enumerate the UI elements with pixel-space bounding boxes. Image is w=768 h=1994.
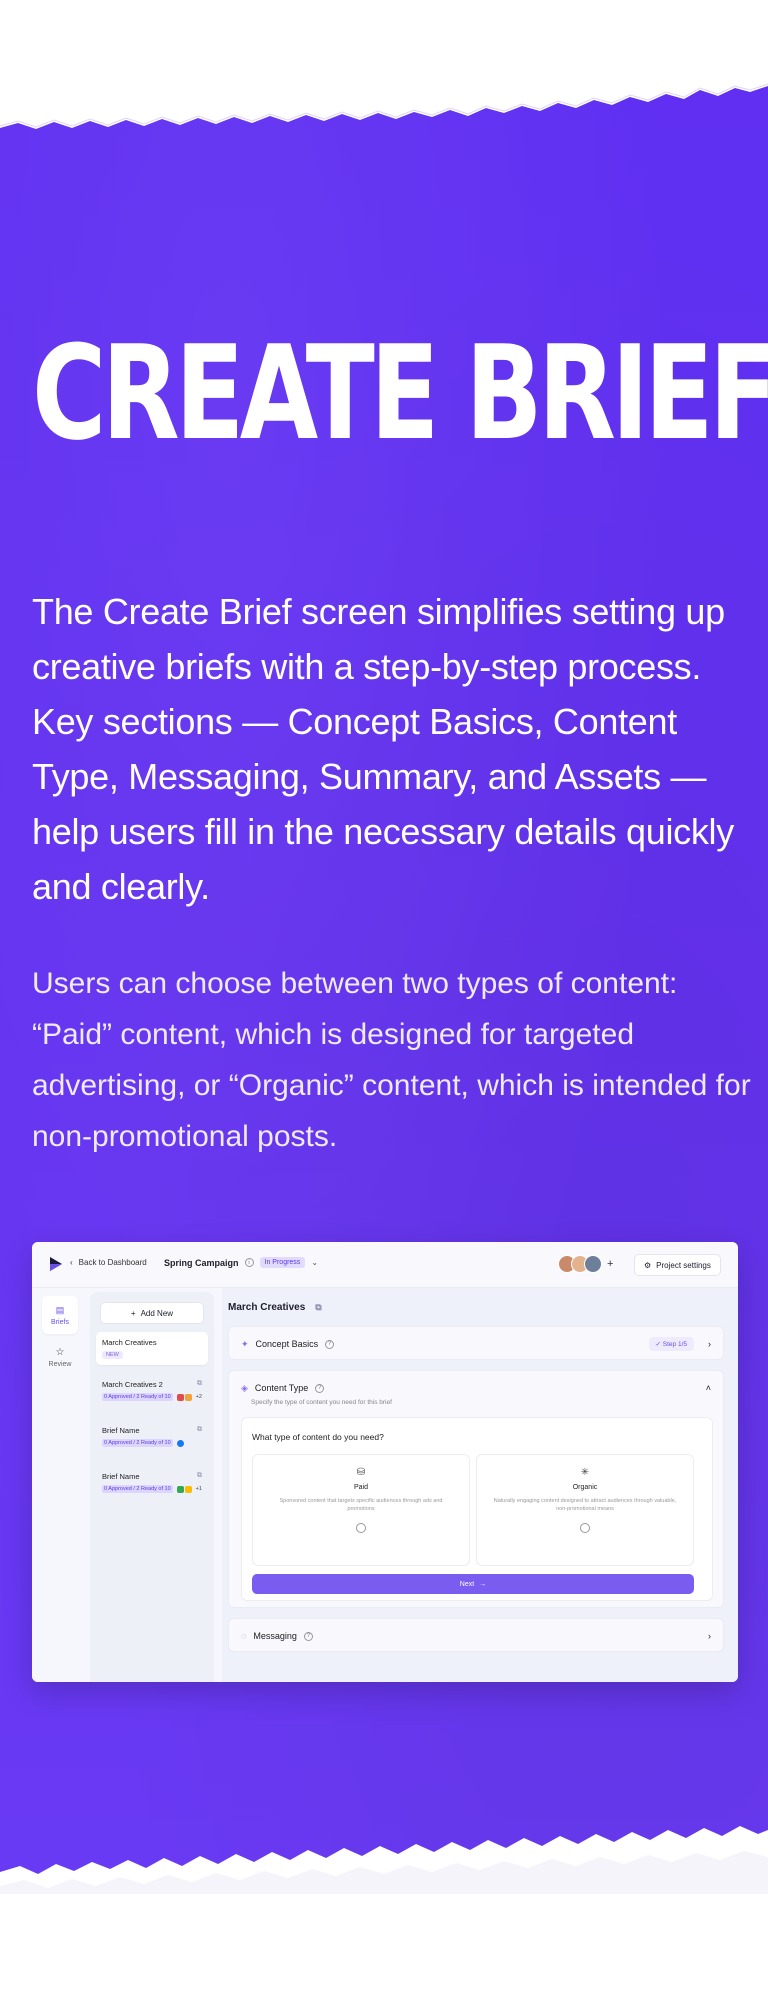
create-brief-app-mockup: ‹ Back to Dashboard Spring Campaign i In…: [32, 1242, 738, 1682]
app-logo-icon: [50, 1257, 62, 1271]
hero-section: CREATE BRIEF The Create Brief screen sim…: [0, 0, 768, 1994]
extra-count: +2: [195, 1394, 202, 1400]
brief-title: Brief Name: [102, 1426, 140, 1435]
next-label: Next: [459, 1580, 475, 1588]
next-button[interactable]: Next →: [252, 1574, 694, 1594]
extra-count: +1: [195, 1486, 202, 1492]
content-type-section: ◈ Content Type ? ˄ Specify the type of c…: [228, 1370, 724, 1608]
hero-lead-paragraph: The Create Brief screen simplifies setti…: [32, 591, 734, 907]
brief-progress: 0 Approved / 2 Ready of 10: [102, 1439, 173, 1447]
external-link-icon[interactable]: ⧉: [315, 1302, 321, 1313]
option-title: Paid: [353, 1484, 368, 1491]
sparkle-icon: ✳: [580, 1467, 590, 1478]
facebook-icon: [176, 1439, 184, 1447]
chevron-up-icon: ˄: [705, 1383, 711, 1393]
option-description: Naturally engaging content designed to a…: [493, 1498, 677, 1512]
hero-title: CREATE BRIEF: [32, 317, 768, 469]
brief-title: March Creatives: [102, 1338, 157, 1347]
chevron-right-icon: ›: [708, 1631, 711, 1641]
status-badge: In Progress: [259, 1257, 306, 1268]
document-icon: ▤: [55, 1304, 65, 1315]
chat-icon: ◌: [241, 1631, 247, 1641]
back-label: Back to Dashboard: [78, 1258, 147, 1267]
brief-heading: March Creatives: [228, 1302, 306, 1313]
messaging-label: Messaging: [253, 1631, 297, 1641]
radio-button[interactable]: [580, 1523, 590, 1533]
brief-progress: 0 Approved / 2 Ready of 10: [102, 1393, 173, 1401]
rail-item-review[interactable]: ☆ Review: [42, 1338, 78, 1376]
coins-icon: ⛁: [356, 1467, 366, 1478]
chevron-left-icon: ‹: [70, 1258, 73, 1267]
content-type-label: Content Type: [254, 1383, 309, 1393]
back-to-dashboard-link[interactable]: ‹ Back to Dashboard: [70, 1258, 147, 1267]
channel-icon: [184, 1485, 192, 1493]
collaborator-avatars[interactable]: +: [558, 1255, 613, 1273]
main-content: March Creatives ⧉ ✦ Concept Basics ? ✓ S…: [222, 1288, 738, 1682]
content-type-card: What type of content do you need? ⛁ Paid…: [241, 1417, 713, 1601]
chevron-right-icon: ›: [708, 1339, 711, 1349]
project-settings-button[interactable]: ⚙ Project settings: [634, 1254, 721, 1276]
torn-paper-bottom: [0, 1826, 768, 1994]
radio-button[interactable]: [356, 1523, 366, 1533]
info-icon: i: [244, 1258, 254, 1267]
content-type-subtitle: Specify the type of content you need for…: [251, 1399, 392, 1406]
info-icon: ?: [325, 1339, 335, 1349]
avatar: [584, 1255, 602, 1273]
rail-briefs-label: Briefs: [51, 1318, 69, 1326]
brief-list-item[interactable]: March Creatives NEW: [96, 1332, 208, 1365]
option-title: Organic: [572, 1484, 598, 1491]
info-icon: ?: [315, 1383, 325, 1393]
external-link-icon[interactable]: ⧉: [197, 1472, 202, 1481]
brief-list-item[interactable]: Brief Name ⧉ 0 Approved / 2 Ready of 10 …: [96, 1466, 208, 1499]
channel-icon: [176, 1393, 184, 1401]
campaign-name: Spring Campaign: [164, 1257, 239, 1268]
add-new-label: Add New: [140, 1308, 174, 1318]
brief-title: March Creatives 2: [102, 1380, 163, 1389]
hero-sub-paragraph: Users can choose between two types of co…: [32, 967, 751, 1153]
gear-icon: ⚙: [644, 1260, 652, 1270]
new-tag: NEW: [102, 1351, 123, 1359]
channel-icon: [176, 1485, 184, 1493]
briefs-panel: + Add New March Creatives NEW March Crea…: [90, 1292, 214, 1682]
project-settings-label: Project settings: [656, 1260, 711, 1270]
add-member-button[interactable]: +: [607, 1258, 613, 1270]
brief-title: Brief Name: [102, 1472, 140, 1481]
external-link-icon[interactable]: ⧉: [197, 1426, 202, 1435]
tag-icon: ◈: [241, 1382, 248, 1393]
messaging-section[interactable]: ◌ Messaging ? ›: [228, 1618, 724, 1652]
app-topbar: ‹ Back to Dashboard Spring Campaign i In…: [32, 1242, 738, 1288]
channel-icons: [176, 1485, 192, 1493]
arrow-right-icon: →: [479, 1580, 487, 1588]
step-badge: ✓ Step 1/5: [648, 1337, 694, 1351]
option-description: Sponsored content that targets specific …: [279, 1498, 443, 1512]
option-paid[interactable]: ⛁ Paid Sponsored content that targets sp…: [252, 1454, 470, 1566]
brief-list-item[interactable]: March Creatives 2 ⧉ 0 Approved / 2 Ready…: [96, 1374, 208, 1407]
left-rail: ▤ Briefs ☆ Review: [32, 1288, 88, 1682]
info-icon: ?: [303, 1631, 313, 1641]
channel-icons: [176, 1393, 192, 1401]
page-title: March Creatives ⧉: [228, 1302, 322, 1313]
step-label: Step 1/5: [662, 1341, 687, 1348]
external-link-icon[interactable]: ⧉: [197, 1380, 202, 1389]
rail-item-briefs[interactable]: ▤ Briefs: [42, 1296, 78, 1334]
concept-basics-section[interactable]: ✦ Concept Basics ? ✓ Step 1/5 ›: [228, 1326, 724, 1360]
star-icon: ☆: [55, 1346, 65, 1358]
chevron-down-icon: ⌄: [311, 1258, 319, 1267]
channel-icon: [184, 1393, 192, 1401]
option-organic[interactable]: ✳ Organic Naturally engaging content des…: [476, 1454, 694, 1566]
torn-paper-top: [0, 0, 768, 129]
campaign-selector[interactable]: Spring Campaign i In Progress ⌄: [164, 1257, 318, 1268]
brief-list-item[interactable]: Brief Name ⧉ 0 Approved / 2 Ready of 10: [96, 1420, 208, 1453]
lightbulb-icon: ✦: [241, 1338, 249, 1349]
plus-icon: +: [130, 1308, 136, 1318]
rail-review-label: Review: [48, 1360, 72, 1368]
add-new-button[interactable]: + Add New: [100, 1302, 204, 1324]
brief-progress: 0 Approved / 2 Ready of 10: [102, 1485, 173, 1493]
content-type-question: What type of content do you need?: [252, 1432, 384, 1442]
concept-basics-label: Concept Basics: [255, 1339, 319, 1349]
